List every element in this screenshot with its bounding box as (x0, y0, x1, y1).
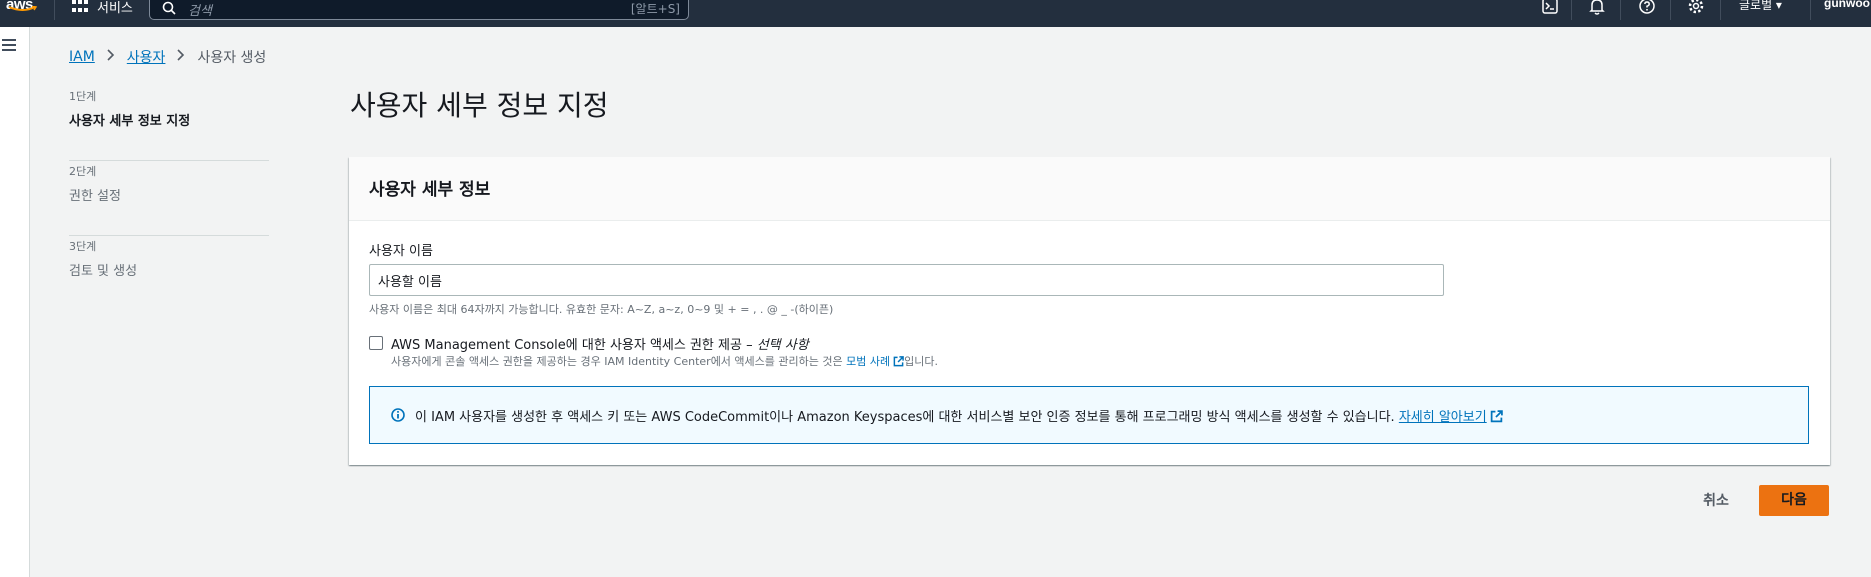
external-link-icon (1490, 410, 1503, 423)
search-placeholder: 검색 (188, 4, 212, 19)
info-alert-text: 이 IAM 사용자를 생성한 후 액세스 키 또는 AWS CodeCommit… (415, 406, 1503, 425)
topbar-divider (1670, 0, 1671, 20)
topbar-divider (1571, 0, 1572, 20)
best-practice-link-text: 모범 사례 (846, 355, 891, 368)
search-shortcut-hint: [알트+S] (630, 2, 680, 16)
console-access-desc-text: 사용자에게 콘솔 액세스 권한을 제공하는 경우 IAM Identity Ce… (391, 355, 847, 368)
step-name: 권한 설정 (69, 189, 121, 204)
info-message: 이 IAM 사용자를 생성한 후 액세스 키 또는 AWS CodeCommit… (415, 410, 1399, 425)
wizard-step-1[interactable]: 1단계 사용자 세부 정보 지정 (69, 86, 269, 161)
topbar-divider (54, 0, 55, 20)
settings-icon[interactable] (1687, 0, 1705, 16)
breadcrumb: IAM 사용자 사용자 생성 (69, 47, 266, 67)
breadcrumb-users-link[interactable]: 사용자 (127, 47, 166, 67)
username-help-text: 사용자 이름은 최대 64자까지 가능합니다. 유효한 문자: A~Z, a~z… (369, 303, 834, 316)
wizard-steps: 1단계 사용자 세부 정보 지정 2단계 권한 설정 3단계 검토 및 생성 (69, 86, 269, 311)
breadcrumb-current: 사용자 생성 (197, 50, 267, 66)
console-access-label-text: AWS Management Console에 대한 사용자 액세스 권한 제공… (391, 338, 757, 353)
step-name: 검토 및 생성 (69, 264, 138, 279)
optional-tag: 선택 사항 (756, 338, 809, 353)
learn-more-link[interactable]: 자세히 알아보기 (1399, 410, 1487, 425)
chevron-right-icon (107, 49, 115, 65)
panel-title: 사용자 세부 정보 (369, 180, 491, 200)
search-input[interactable]: 검색 [알트+S] (149, 0, 689, 20)
chevron-right-icon (177, 49, 185, 65)
wizard-step-3: 3단계 검토 및 생성 (69, 236, 269, 311)
topbar-divider (1720, 0, 1721, 20)
username-input[interactable] (369, 264, 1444, 296)
next-button[interactable]: 다음 (1759, 485, 1829, 516)
services-menu-button[interactable]: 서비스 (97, 0, 133, 16)
top-navigation-bar: aws 서비스 검색 [알트+S] 글로벌 ▾ gunwoo (0, 0, 1871, 27)
best-practice-link[interactable]: 모범 사례 (846, 355, 904, 368)
user-details-panel: 사용자 세부 정보 사용자 이름 사용자 이름은 최대 64자까지 가능합니다.… (349, 157, 1830, 465)
learn-more-link-text: 자세히 알아보기 (1398, 410, 1487, 425)
cloudshell-icon[interactable] (1541, 0, 1559, 16)
bell-icon[interactable] (1588, 0, 1606, 16)
console-access-checkbox[interactable] (369, 336, 383, 350)
step-number: 2단계 (69, 165, 97, 178)
topbar-divider (1620, 0, 1621, 20)
panel-header: 사용자 세부 정보 (349, 157, 1830, 221)
username-label: 사용자 이름 (369, 244, 433, 259)
info-alert: 이 IAM 사용자를 생성한 후 액세스 키 또는 AWS CodeCommit… (369, 386, 1809, 444)
account-menu[interactable]: gunwoo (1824, 0, 1870, 10)
side-navigation-rail (0, 27, 30, 577)
step-name: 사용자 세부 정보 지정 (69, 114, 191, 129)
wizard-step-2: 2단계 권한 설정 (69, 161, 269, 236)
info-icon (391, 408, 405, 422)
region-selector[interactable]: 글로벌 ▾ (1739, 0, 1782, 13)
services-grid-icon[interactable] (72, 0, 88, 14)
breadcrumb-iam-link[interactable]: IAM (69, 49, 95, 65)
hamburger-menu-icon[interactable] (2, 39, 16, 51)
console-access-desc-suffix: 입니다. (904, 355, 938, 368)
console-access-description: 사용자에게 콘솔 액세스 권한을 제공하는 경우 IAM Identity Ce… (391, 353, 938, 369)
aws-smile-icon (8, 6, 38, 11)
page-title: 사용자 세부 정보 지정 (350, 89, 609, 122)
search-icon (162, 1, 176, 15)
step-number: 1단계 (69, 90, 97, 103)
aws-logo[interactable]: aws (6, 0, 46, 20)
cancel-button[interactable]: 취소 (1692, 486, 1740, 516)
console-access-label[interactable]: AWS Management Console에 대한 사용자 액세스 권한 제공… (391, 334, 809, 353)
external-link-icon (893, 356, 904, 367)
help-icon[interactable] (1638, 0, 1656, 16)
step-number: 3단계 (69, 240, 97, 253)
topbar-divider (1810, 0, 1811, 20)
